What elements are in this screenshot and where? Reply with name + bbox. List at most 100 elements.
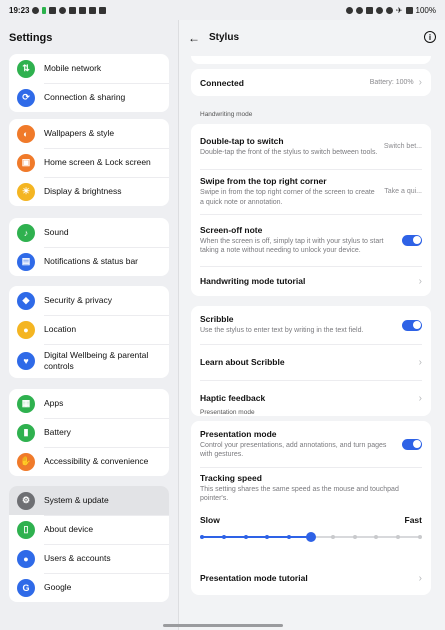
presentation-card: Presentation mode Control your presentat…	[191, 421, 431, 595]
settings-item-label: About device	[44, 524, 94, 535]
double-tap-desc: Double-tap the front of the stylus to sw…	[200, 148, 378, 156]
settings-item[interactable]: ● Users & accounts	[9, 544, 169, 573]
slider-step-dot	[374, 535, 379, 539]
settings-item-label: Wallpapers & style	[44, 128, 115, 139]
status-time: 19:23	[9, 5, 30, 15]
settings-item[interactable]: ◐ Wallpapers & style	[9, 119, 169, 148]
clock-icon	[355, 6, 363, 14]
slider-step-dot	[287, 535, 292, 539]
tracking-speed-row: Tracking speed This setting shares the s…	[191, 467, 431, 509]
back-arrow-icon[interactable]: ←	[188, 31, 200, 45]
screen-off-row[interactable]: Screen-off note When the screen is off, …	[191, 214, 431, 266]
slider-step-dot	[265, 535, 270, 539]
stylus-header: ← Stylus i	[179, 20, 445, 56]
bell-icon: ♪	[17, 223, 35, 242]
battery-percent: 100%	[415, 5, 436, 15]
scribble-toggle[interactable]	[402, 319, 422, 331]
settings-item-label: Sound	[44, 227, 69, 238]
airplane-icon: ✈	[395, 5, 403, 15]
settings-item[interactable]: ♥ Digital Wellbeing & parental controls	[9, 344, 169, 378]
nfc-icon	[365, 6, 373, 14]
scribble-row[interactable]: Scribble Use the stylus to enter text by…	[191, 306, 431, 344]
settings-item[interactable]: ▦ Apps	[9, 389, 169, 418]
settings-item[interactable]: ▮ Battery	[9, 418, 169, 447]
slider-min-label: Slow	[200, 515, 220, 525]
settings-item-label: Battery	[44, 427, 71, 438]
home-screen-icon: ▣	[17, 153, 35, 172]
settings-pane: Settings ⇅ Mobile network ⟳ Connection & sh…	[0, 20, 178, 630]
youtube-icon	[49, 6, 57, 14]
swipe-row[interactable]: Swipe from the top right corner Swipe in…	[191, 169, 431, 214]
location-icon: ●	[17, 320, 35, 339]
info-icon[interactable]: i	[424, 31, 436, 43]
presentation-tutorial-label: Presentation mode tutorial	[200, 573, 308, 583]
handwriting-card: Double-tap to switch Double-tap the fron…	[191, 124, 431, 296]
settings-item[interactable]: ☀ Display & brightness	[9, 177, 169, 206]
settings-item[interactable]: ▤ Notifications & status bar	[9, 247, 169, 276]
settings-item-label: Location	[44, 324, 77, 335]
settings-group: ◐ Wallpapers & style ▣ Home screen & Lock s…	[9, 119, 169, 206]
double-tap-row[interactable]: Double-tap to switch Double-tap the fron…	[191, 124, 431, 169]
swipe-title: Swipe from the top right corner	[200, 176, 327, 187]
settings-group: ♪ Sound ▤ Notifications & status bar	[9, 218, 169, 276]
connected-label: Connected	[200, 77, 244, 88]
apps-icon: ▦	[17, 394, 35, 413]
wellbeing-icon: ♥	[17, 352, 35, 370]
settings-item[interactable]: ⚙ System & update	[9, 486, 169, 515]
connected-row[interactable]: Connected Battery: 100% ›	[191, 69, 431, 96]
connected-card: Connected Battery: 100% ›	[191, 69, 431, 96]
chevron-right-icon: ›	[418, 356, 422, 368]
notification-dot-icon	[42, 6, 47, 14]
mobile-network-icon: ⇅	[17, 59, 35, 78]
image-icon	[89, 6, 97, 14]
settings-item[interactable]: ● Location	[9, 315, 169, 344]
settings-group: ▦ Apps ▮ Battery ✋ Accessibility & convenienc…	[9, 389, 169, 476]
double-tap-value: Switch bet...	[383, 143, 422, 150]
status-bar-right: ✈ 100%	[345, 5, 436, 15]
accessibility-icon: ✋	[17, 452, 35, 471]
settings-item-label: Security & privacy	[44, 295, 113, 306]
gesture-nav-bar[interactable]	[163, 624, 283, 627]
page-title: Stylus	[209, 32, 240, 43]
stylus-pane: ← Stylus i Connected Battery: 100% › Han…	[179, 20, 445, 630]
screen-off-title: Screen-off note	[200, 224, 263, 235]
settings-title: Settings	[9, 32, 53, 44]
settings-item[interactable]: ⇅ Mobile network	[9, 54, 169, 83]
google-icon: G	[17, 578, 35, 597]
settings-item-label: Mobile network	[44, 63, 102, 74]
settings-item[interactable]: ♪ Sound	[9, 218, 169, 247]
device-icon: ▯	[17, 520, 35, 539]
scribble-title: Scribble	[200, 314, 234, 325]
settings-item[interactable]: G Google	[9, 573, 169, 602]
slider-track[interactable]	[200, 531, 422, 543]
notification-icon: ▤	[17, 252, 35, 271]
screen-off-toggle[interactable]	[402, 234, 422, 246]
screen-off-desc: When the screen is off, simply tap it wi…	[200, 237, 384, 254]
bluetooth-icon	[375, 6, 383, 14]
swipe-value: Take a qui...	[384, 188, 422, 195]
settings-item[interactable]: ▯ About device	[9, 515, 169, 544]
slider-step-dot	[330, 535, 335, 539]
top-card-fragment	[191, 56, 431, 64]
settings-item-label: Home screen & Lock screen	[44, 157, 151, 168]
settings-item[interactable]: ▣ Home screen & Lock screen	[9, 148, 169, 177]
battery-icon: ▮	[17, 423, 35, 442]
settings-item[interactable]: ✋ Accessibility & convenience	[9, 447, 169, 476]
tracking-speed-slider[interactable]: Slow Fast	[191, 509, 431, 561]
presentation-row[interactable]: Presentation mode Control your presentat…	[191, 421, 431, 467]
settings-item[interactable]: ⟳ Connection & sharing	[9, 83, 169, 112]
settings-item-label: Connection & sharing	[44, 92, 126, 103]
wifi-icon	[385, 6, 393, 14]
swipe-desc: Swipe in from the top right corner of th…	[200, 189, 375, 206]
palette-icon: ◐	[17, 124, 35, 143]
presentation-tutorial-row[interactable]: Presentation mode tutorial ›	[191, 561, 431, 595]
chevron-right-icon: ›	[418, 275, 422, 287]
settings-item-label: Apps	[44, 398, 64, 409]
slider-step-dot	[200, 535, 204, 539]
settings-item[interactable]: ◆ Security & privacy	[9, 286, 169, 315]
presentation-toggle[interactable]	[402, 438, 422, 450]
settings-group: ◆ Security & privacy ● Location ♥ Digital Wel…	[9, 286, 169, 378]
slider-thumb[interactable]	[306, 532, 316, 542]
handwriting-tutorial-row[interactable]: Handwriting mode tutorial ›	[191, 266, 431, 296]
learn-scribble-row[interactable]: Learn about Scribble ›	[191, 344, 431, 380]
